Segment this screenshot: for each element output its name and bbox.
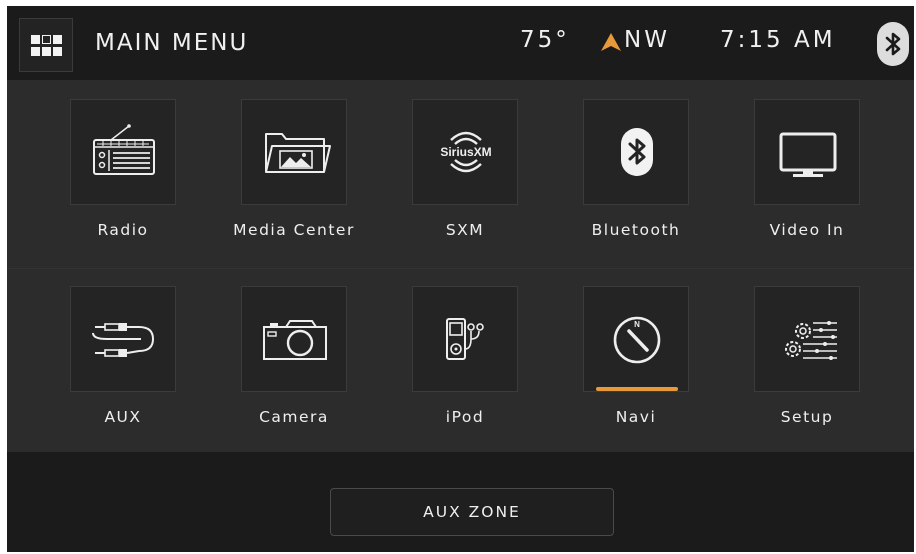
tile-setup-button[interactable] <box>754 286 860 392</box>
aux-cable-icon <box>92 323 155 357</box>
page-title: MAIN MENU <box>95 30 249 56</box>
top-bar: MAIN MENU 75° NW 7:15 AM <box>7 6 914 80</box>
bottom-bar: AUX ZONE <box>7 452 914 552</box>
tile-ipod-button[interactable] <box>412 286 518 392</box>
tile-aux-button[interactable] <box>70 286 176 392</box>
clock: 7:15 AM <box>720 27 836 53</box>
siriusxm-logo-icon: SiriusXM <box>440 131 492 173</box>
siriusxm-logo-text: SiriusXM <box>440 145 491 159</box>
tile-video-in-button[interactable] <box>754 99 860 205</box>
active-indicator <box>596 387 678 391</box>
heading-arrow-icon <box>601 33 621 51</box>
row-divider <box>7 268 914 269</box>
heading-text: NW <box>624 27 670 53</box>
bluetooth-status-icon <box>877 22 909 66</box>
tile-radio-button[interactable] <box>70 99 176 205</box>
menu-button[interactable] <box>19 18 73 72</box>
tile-setup-label: Setup <box>780 408 834 426</box>
grid-menu-icon <box>31 35 63 57</box>
bluetooth-icon <box>621 128 653 176</box>
app-grid: Radio Media Center SiriusXM SXM Bluetoot… <box>7 80 914 452</box>
tile-navi-button[interactable]: N <box>583 286 689 392</box>
compass-icon: N <box>613 316 661 364</box>
tile-media-center-button[interactable] <box>241 99 347 205</box>
folder-image-icon <box>265 133 331 173</box>
tile-camera-button[interactable] <box>241 286 347 392</box>
tile-sxm-label: SXM <box>445 221 485 239</box>
tile-sxm-button[interactable]: SiriusXM <box>412 99 518 205</box>
tile-navi-label: Navi <box>615 408 657 426</box>
tile-bluetooth-button[interactable] <box>583 99 689 205</box>
radio-icon <box>93 124 155 175</box>
tile-radio-label: Radio <box>97 221 149 239</box>
tile-ipod-label: iPod <box>445 408 485 426</box>
tile-camera-label: Camera <box>259 408 329 426</box>
settings-gears-icon <box>785 321 837 360</box>
ipod-earbuds-icon <box>446 318 484 360</box>
tile-video-in-label: Video In <box>769 221 845 239</box>
temperature-readout: 75° <box>520 27 570 53</box>
aux-zone-button[interactable]: AUX ZONE <box>330 488 614 536</box>
compass-north-letter: N <box>634 320 640 329</box>
monitor-icon <box>779 132 837 177</box>
camera-icon <box>263 320 327 360</box>
tile-aux-label: AUX <box>104 408 142 426</box>
head-unit-screen: MAIN MENU 75° NW 7:15 AM Radio Media Cen… <box>7 6 914 552</box>
tile-media-center-label: Media Center <box>233 221 355 239</box>
tile-bluetooth-label: Bluetooth <box>591 221 681 239</box>
